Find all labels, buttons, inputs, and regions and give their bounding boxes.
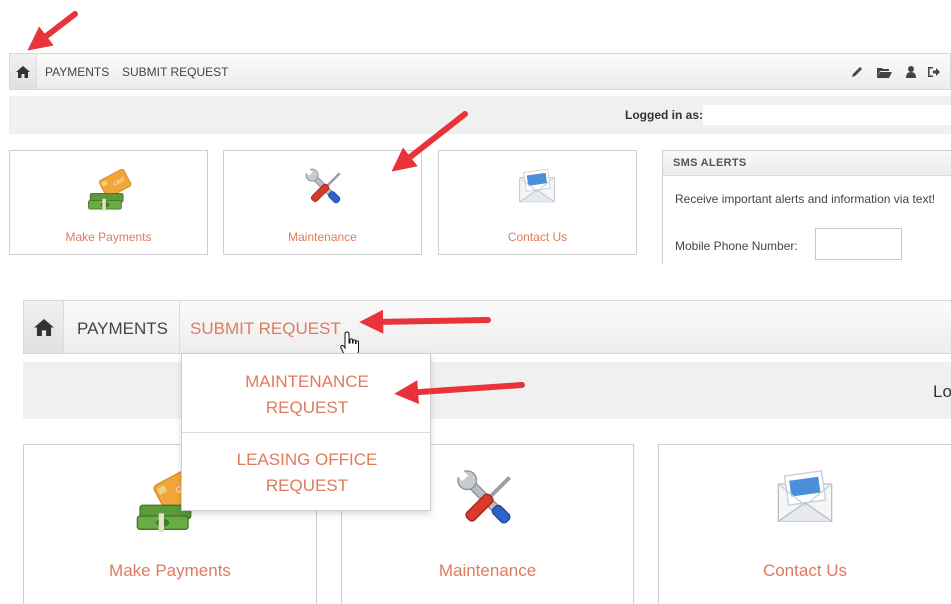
arrow-to-maintenance-request — [394, 380, 525, 405]
arrow-to-submit-request — [359, 309, 491, 334]
arrow-to-home — [27, 11, 78, 51]
annotation-arrows — [27, 11, 525, 405]
arrow-to-maintenance-tile — [391, 111, 468, 172]
